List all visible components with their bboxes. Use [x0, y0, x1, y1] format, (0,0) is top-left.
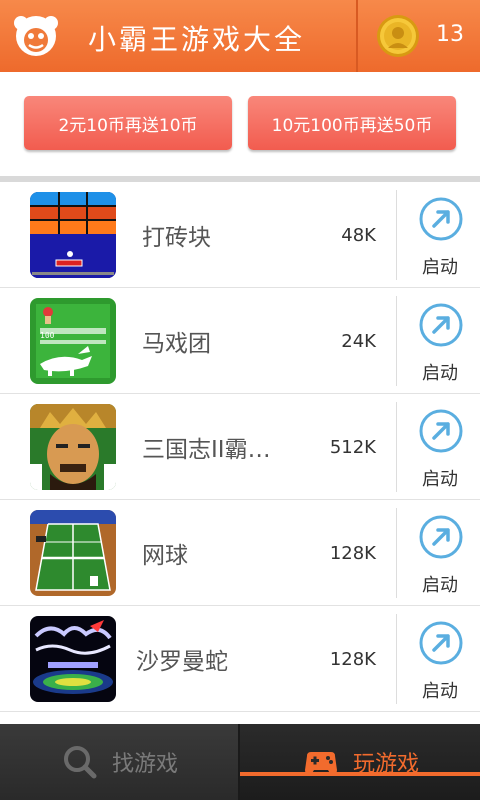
launch-arrow-icon [419, 621, 463, 665]
svg-text:100: 100 [40, 331, 55, 340]
app-title: 小霸王游戏大全 [88, 23, 306, 56]
game-size: 128K [329, 649, 376, 670]
launch-label: 启动 [422, 257, 458, 278]
app-header: 小霸王游戏大全 13 [0, 0, 480, 72]
tab-find-games[interactable]: 找游戏 [0, 724, 238, 800]
launch-button[interactable]: 启动 [400, 506, 480, 600]
gamepad-icon [304, 752, 337, 774]
gold-coin-icon [377, 15, 419, 57]
launch-arrow-icon [419, 197, 463, 241]
launch-arrow-icon [419, 515, 463, 559]
game-row[interactable]: 网球 128K 启动 [0, 500, 480, 606]
launch-arrow-icon [419, 409, 463, 453]
game-name: 打砖块 [142, 225, 211, 251]
game-list: 打砖块 48K 启动 100 马戏团 24K 启动 三国志II霸… 512K 启… [0, 182, 480, 712]
row-divider [396, 402, 397, 492]
bottom-nav: 找游戏 玩游戏 [0, 724, 480, 800]
tab-find-label: 找游戏 [111, 752, 178, 777]
row-divider [396, 614, 397, 704]
active-tab-indicator [240, 772, 480, 776]
launch-arrow-icon [419, 303, 463, 347]
three-kingdoms-thumbnail [30, 404, 116, 490]
promo-bar: 2元10币再送10币 10元100币再送50币 [0, 72, 480, 176]
game-name: 沙罗曼蛇 [136, 649, 228, 675]
game-size: 128K [329, 543, 376, 564]
recharge-10-yuan-button[interactable]: 10元100币再送50币 [248, 96, 456, 150]
game-row[interactable]: 三国志II霸… 512K 启动 [0, 394, 480, 500]
header-divider [356, 0, 358, 72]
game-name: 三国志II霸… [142, 437, 271, 463]
launch-label: 启动 [422, 469, 458, 490]
coin-count: 13 [436, 22, 464, 47]
game-name: 马戏团 [142, 331, 211, 357]
tennis-thumbnail [30, 510, 116, 596]
tab-play-games[interactable]: 玩游戏 [240, 724, 480, 800]
launch-button[interactable]: 启动 [400, 188, 480, 282]
game-row[interactable]: 打砖块 48K 启动 [0, 182, 480, 288]
brick-breaker-thumbnail [30, 192, 116, 278]
launch-label: 启动 [422, 575, 458, 596]
circus-thumbnail: 100 [30, 298, 116, 384]
game-size: 24K [341, 331, 376, 352]
game-row[interactable]: 沙罗曼蛇 128K 启动 [0, 606, 480, 712]
launch-label: 启动 [422, 363, 458, 384]
search-icon [63, 746, 97, 779]
launch-button[interactable]: 启动 [400, 400, 480, 494]
recharge-2-yuan-button[interactable]: 2元10币再送10币 [24, 96, 232, 150]
row-divider [396, 190, 397, 280]
row-divider [396, 508, 397, 598]
launch-button[interactable]: 启动 [400, 294, 480, 388]
game-row[interactable]: 100 马戏团 24K 启动 [0, 288, 480, 394]
game-size: 512K [329, 437, 376, 458]
game-size: 48K [341, 225, 376, 246]
launch-label: 启动 [422, 681, 458, 702]
salamander-thumbnail [30, 616, 116, 702]
game-name: 网球 [142, 543, 188, 569]
coin-balance[interactable]: 13 [360, 0, 480, 72]
launch-button[interactable]: 启动 [400, 612, 480, 706]
row-divider [396, 296, 397, 386]
face-logo-icon[interactable] [12, 12, 60, 60]
